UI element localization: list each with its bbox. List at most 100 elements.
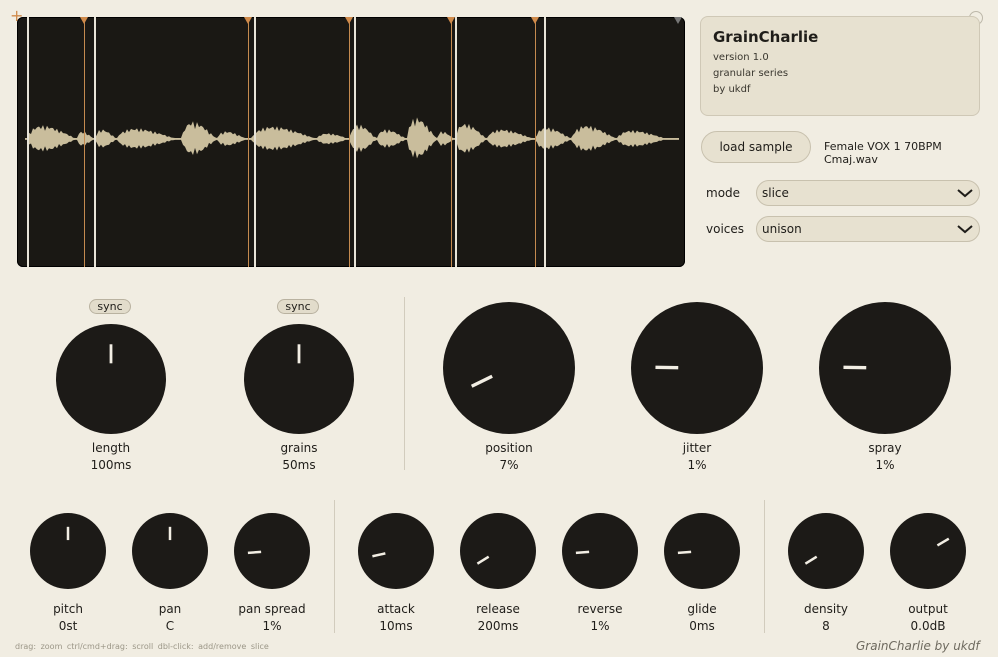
knob-body [443, 302, 575, 434]
slice-marker[interactable] [455, 17, 457, 267]
knob-dial[interactable] [233, 512, 311, 590]
pan-spread-knob[interactable]: pan spread 1% [227, 512, 317, 633]
slice-marker[interactable] [349, 17, 350, 267]
knob-body [358, 513, 434, 589]
knob-value: 0.0dB [910, 619, 946, 633]
knob-label: length [91, 441, 131, 455]
knob-dial[interactable] [442, 301, 576, 435]
knob-value: 1% [262, 619, 282, 633]
slice-handle-icon[interactable] [531, 17, 539, 24]
version-text: version 1.0 [713, 52, 769, 63]
knob-dial[interactable] [818, 301, 952, 435]
pan-knob[interactable]: pan C [125, 512, 215, 633]
knob-dial[interactable] [55, 323, 167, 435]
knob-value: 7% [499, 458, 519, 472]
divider [334, 500, 335, 633]
knob-label: position [485, 441, 533, 455]
knob-label: reverse [577, 602, 623, 616]
knob-label: attack [377, 602, 415, 616]
reverse-knob[interactable]: reverse 1% [555, 512, 645, 633]
knob-dial[interactable] [29, 512, 107, 590]
knob-dial[interactable] [889, 512, 967, 590]
knob-dial[interactable] [131, 512, 209, 590]
release-knob[interactable]: release 200ms [453, 512, 543, 633]
slice-handle-icon[interactable] [244, 17, 252, 24]
slice-marker[interactable] [248, 17, 249, 267]
knob-body [562, 513, 638, 589]
length-sync-button[interactable]: sync [89, 299, 131, 314]
voices-label: voices [706, 222, 745, 236]
app-title: GrainCharlie [713, 28, 819, 46]
mode-value: slice [762, 186, 789, 200]
knob-body [234, 513, 310, 589]
knob-dial[interactable] [663, 512, 741, 590]
pitch-knob[interactable]: pitch 0st [23, 512, 113, 633]
knob-label: release [476, 602, 520, 616]
knob-label: glide [687, 602, 717, 616]
end-handle-icon[interactable] [674, 17, 682, 24]
knob-label: output [908, 602, 948, 616]
glide-knob[interactable]: glide 0ms [657, 512, 747, 633]
slice-marker[interactable] [451, 17, 452, 267]
knob-body [56, 324, 166, 434]
knob-label: density [804, 602, 848, 616]
knob-dial[interactable] [459, 512, 537, 590]
slice-marker[interactable] [27, 17, 29, 267]
knob-dial[interactable] [357, 512, 435, 590]
knob-body [244, 324, 354, 434]
slice-marker[interactable] [254, 17, 256, 267]
knob-body [631, 302, 763, 434]
chevron-down-icon [957, 189, 973, 198]
knob-dial[interactable] [243, 323, 355, 435]
slice-handle-icon[interactable] [447, 17, 455, 24]
knob-label: pan spread [238, 602, 306, 616]
knob-value: 0ms [689, 619, 715, 633]
attack-knob[interactable]: attack 10ms [351, 512, 441, 633]
voices-select[interactable]: unison [756, 216, 980, 242]
knob-body [30, 513, 106, 589]
output-knob[interactable]: output 0.0dB [883, 512, 973, 633]
info-panel: GrainCharlie version 1.0 granular series… [700, 16, 980, 116]
mode-select[interactable]: slice [756, 180, 980, 206]
knob-body [819, 302, 951, 434]
voices-value: unison [762, 222, 802, 236]
length-knob[interactable]: length 100ms [46, 323, 176, 472]
knob-label: pitch [53, 602, 83, 616]
divider [764, 500, 765, 633]
mode-label: mode [706, 186, 741, 200]
knob-value: 10ms [379, 619, 413, 633]
slice-marker[interactable] [94, 17, 96, 267]
grains-sync-button[interactable]: sync [277, 299, 319, 314]
knob-dial[interactable] [630, 301, 764, 435]
slice-handle-icon[interactable] [345, 17, 353, 24]
knob-value: 0st [58, 619, 78, 633]
slice-handle-icon[interactable] [80, 17, 88, 24]
knob-value: 200ms [477, 619, 519, 633]
knob-label: pan [158, 602, 182, 616]
density-knob[interactable]: density 8 [781, 512, 871, 633]
knob-pointer [677, 550, 692, 555]
knob-value: 1% [687, 458, 707, 472]
knob-pointer [575, 550, 590, 555]
hint-text: drag: zoom ctrl/cmd+drag: scroll dbl-cli… [15, 642, 269, 651]
slice-marker[interactable] [544, 17, 546, 267]
knob-value: 50ms [282, 458, 316, 472]
load-sample-button[interactable]: load sample [701, 131, 811, 163]
divider [404, 297, 405, 470]
knob-value: 8 [822, 619, 830, 633]
knob-dial[interactable] [561, 512, 639, 590]
waveform-display[interactable] [17, 17, 685, 267]
grains-knob[interactable]: grains 50ms [234, 323, 364, 472]
knob-dial[interactable] [787, 512, 865, 590]
slice-marker[interactable] [354, 17, 356, 267]
slice-marker[interactable] [535, 17, 536, 267]
series-text: granular series [713, 68, 789, 79]
knob-label: jitter [682, 441, 712, 455]
jitter-knob[interactable]: jitter 1% [622, 301, 772, 472]
slice-marker[interactable] [84, 17, 85, 267]
knob-value: C [165, 619, 175, 633]
knob-value: 100ms [90, 458, 132, 472]
spray-knob[interactable]: spray 1% [810, 301, 960, 472]
knob-value: 1% [875, 458, 895, 472]
position-knob[interactable]: position 7% [434, 301, 584, 472]
